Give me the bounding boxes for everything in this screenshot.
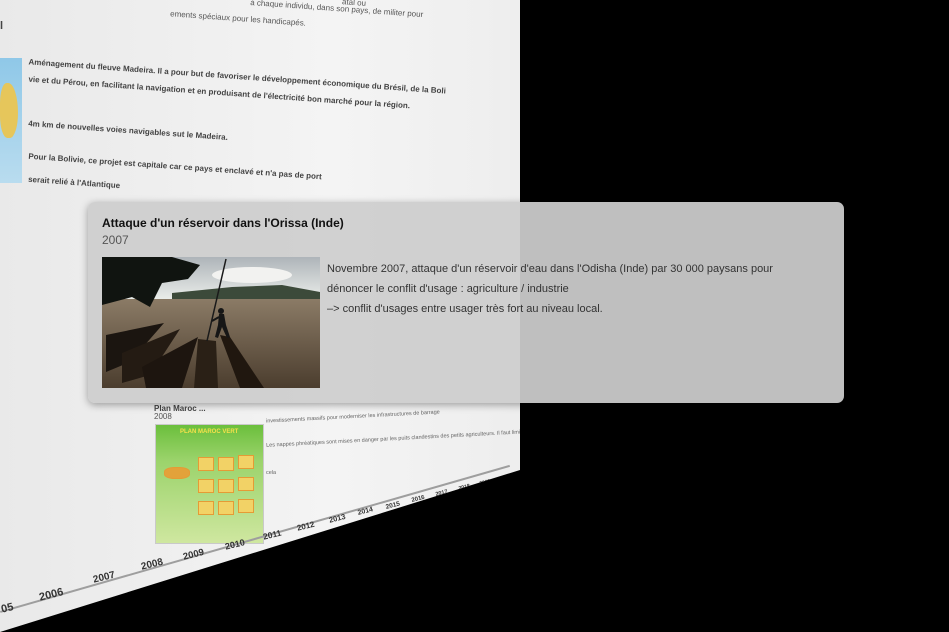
timeline-year-label[interactable]: 2012	[296, 520, 315, 533]
timeline-year-label[interactable]: 2007	[92, 570, 116, 586]
card-description: Novembre 2007, attaque d'un réservoir d'…	[327, 259, 773, 319]
poster-icon	[238, 477, 254, 491]
timeline-year-label[interactable]: 2013	[328, 512, 346, 525]
madeira-paragraph-line: serait relié à l'Atlantique	[27, 174, 121, 191]
timeline-year-label[interactable]: 2015	[385, 500, 401, 510]
poster-icon	[218, 479, 234, 493]
poster-icon	[238, 499, 254, 513]
timeline-year-label[interactable]: 05	[0, 601, 15, 616]
event-detail-card[interactable]: Attaque d'un réservoir dans l'Orissa (In…	[88, 202, 844, 403]
poster-heading: PLAN MAROC VERT	[180, 429, 239, 435]
timeline-year-label[interactable]: 2009	[182, 547, 205, 563]
top-text-line: ements spéciaux pour les handicapés.	[169, 9, 307, 28]
photo-person-head	[218, 308, 224, 314]
card-description-line: Novembre 2007, attaque d'un réservoir d'…	[327, 263, 773, 275]
timeline-year-label[interactable]: 2006	[38, 586, 65, 604]
reservoir-photo[interactable]	[102, 257, 320, 388]
photo-boat	[194, 339, 218, 388]
timeline-year-label[interactable]: 2018	[458, 483, 471, 492]
poster-food-icon	[164, 467, 190, 479]
poster-icon	[198, 501, 214, 515]
poster-icon	[218, 501, 234, 515]
madeira-paragraph-line: 4m km de nouvelles voies navigables sut …	[27, 119, 229, 142]
plan-text-line: cela	[266, 470, 277, 476]
card-title: Attaque d'un réservoir dans l'Orissa (In…	[102, 216, 344, 230]
card-description-line: –> conflit d'usages entre usager très fo…	[327, 303, 603, 315]
left-letter: l	[0, 20, 4, 32]
timeline-year-label[interactable]: 2011	[262, 528, 282, 542]
plan-text-line: investissements massifs pour moderniser …	[265, 409, 440, 425]
map-land-shape	[0, 83, 18, 138]
plan-text-line: Les nappes phréatiques sont mises en dan…	[265, 429, 527, 449]
card-year: 2007	[102, 233, 129, 247]
timeline-year-label[interactable]: 2020	[500, 474, 512, 481]
timeline-year-label[interactable]: 2019	[479, 478, 491, 487]
timeline-year-label[interactable]: 2008	[140, 557, 164, 573]
plan-maroc-vert-poster[interactable]: PLAN MAROC VERT	[155, 424, 264, 544]
timeline-year-label[interactable]: 2016	[411, 495, 425, 504]
card-description-line: dénoncer le conflit d'usage : agricultur…	[327, 283, 569, 295]
madeira-map-thumbnail[interactable]	[0, 58, 22, 183]
poster-icon	[238, 455, 254, 469]
poster-icon	[218, 457, 234, 471]
poster-icon	[198, 457, 214, 471]
poster-icon	[198, 479, 214, 493]
plan-year: 2008	[154, 412, 172, 421]
timeline-year-label[interactable]: 2017	[435, 489, 448, 498]
